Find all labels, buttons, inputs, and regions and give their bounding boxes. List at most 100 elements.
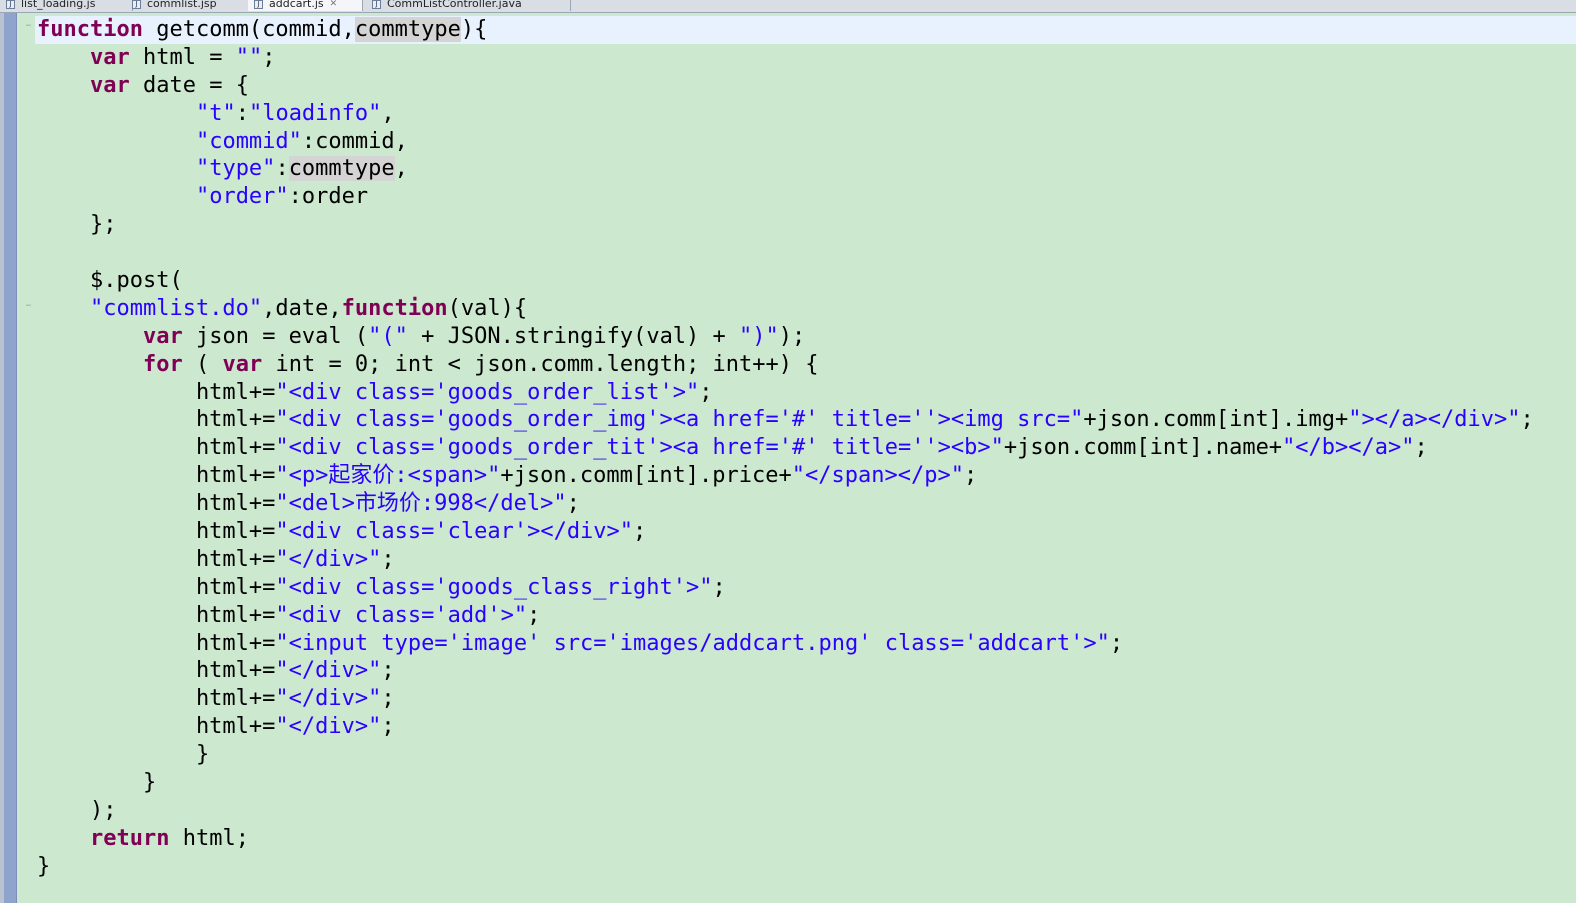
- code-text: ;: [381, 546, 395, 572]
- code-text: }: [37, 742, 210, 768]
- code-string: "<input type='image' src='images/addcart…: [275, 630, 1110, 656]
- code-line[interactable]: return html;: [37, 825, 1567, 853]
- code-text: ;: [1520, 407, 1534, 433]
- code-keyword: var: [89, 72, 130, 98]
- code-keyword: var: [222, 351, 263, 377]
- close-icon[interactable]: ✕: [330, 0, 338, 11]
- code-line[interactable]: html+="<div class='goods_class_right'>";: [37, 574, 1567, 602]
- code-text: $.post(: [37, 268, 183, 294]
- code-text: html+=: [37, 686, 276, 712]
- change-ruler: [4, 13, 17, 903]
- code-text: ,: [381, 100, 395, 126]
- code-line[interactable]: html+="</div>";: [37, 685, 1567, 713]
- code-text: html+=: [37, 407, 276, 433]
- code-line[interactable]: html+="<del>市场价:998</del>";: [37, 490, 1567, 518]
- code-string: "</b></a>": [1282, 435, 1415, 461]
- code-line[interactable]: [37, 239, 1567, 267]
- code-line[interactable]: html+="</div>";: [37, 713, 1567, 741]
- code-text: html;: [169, 825, 249, 851]
- code-keyword: for: [142, 351, 183, 377]
- code-string: "</div>": [275, 546, 382, 572]
- tab-addcart-js[interactable]: J addcart.js ✕: [248, 0, 363, 11]
- code-line[interactable]: html+="<div class='goods_order_list'>";: [37, 379, 1567, 407]
- tab-list-loading-js[interactable]: J list_loading.js: [0, 0, 133, 11]
- folding-gutter: − −: [17, 13, 35, 903]
- code-line[interactable]: html+="<div class='goods_order_img'><a h…: [37, 406, 1567, 434]
- code-line[interactable]: var json = eval ("(" + JSON.stringify(va…: [37, 323, 1567, 351]
- code-line[interactable]: html+="</div>";: [37, 657, 1567, 685]
- code-line[interactable]: for ( var int = 0; int < json.comm.lengt…: [37, 351, 1567, 379]
- tab-label: list_loading.js: [21, 0, 96, 10]
- code-text: html+=: [37, 658, 276, 684]
- jsp-file-icon: J: [132, 0, 141, 9]
- tab-commlist-jsp[interactable]: J commlist.jsp: [126, 0, 249, 11]
- code-text: html+=: [37, 491, 276, 517]
- code-text: html+=: [37, 435, 276, 461]
- code-text: ;: [1414, 435, 1428, 461]
- code-text: :: [275, 156, 289, 182]
- code-text: +json.comm[int].name+: [1003, 435, 1283, 461]
- code-text: +json.comm[int].price+: [500, 463, 792, 489]
- code-string: "</div>": [275, 686, 382, 712]
- code-text: (val){: [447, 295, 528, 321]
- code-line[interactable]: "commlist.do",date,function(val){: [37, 295, 1567, 323]
- code-line[interactable]: }: [37, 853, 1567, 881]
- code-editor[interactable]: function getcomm(commid,commtype){ var h…: [37, 16, 1567, 881]
- code-line[interactable]: function getcomm(commid,commtype){: [37, 16, 1567, 44]
- code-line[interactable]: );: [37, 797, 1567, 825]
- code-line[interactable]: "type":commtype,: [37, 155, 1567, 183]
- code-line[interactable]: $.post(: [37, 267, 1567, 295]
- code-text: html+=: [37, 714, 276, 740]
- code-text: ;: [381, 714, 395, 740]
- fold-collapse-icon[interactable]: −: [25, 302, 32, 311]
- code-text: :: [235, 100, 249, 126]
- code-line[interactable]: "commid":commid,: [37, 128, 1567, 156]
- code-text: };: [37, 212, 117, 238]
- code-string: "<del>市场价:998</del>": [275, 491, 567, 517]
- code-line[interactable]: var date = {: [37, 72, 1567, 100]
- code-text: :order: [288, 184, 369, 210]
- code-line[interactable]: }: [37, 769, 1567, 797]
- code-line[interactable]: html+="<div class='goods_order_tit'><a h…: [37, 434, 1567, 462]
- code-line[interactable]: html+="<div class='clear'></div>";: [37, 518, 1567, 546]
- code-string: "<div class='goods_class_right'>": [275, 574, 713, 600]
- fold-collapse-icon[interactable]: −: [25, 22, 32, 31]
- code-text: +json.comm[int].img+: [1083, 407, 1349, 433]
- code-text: ;: [1109, 630, 1124, 656]
- code-line[interactable]: html+="</div>";: [37, 546, 1567, 574]
- code-text: ;: [527, 602, 541, 628]
- code-string: "></a></div>": [1348, 407, 1521, 433]
- code-text: );: [778, 323, 806, 349]
- code-line[interactable]: html+="<div class='add'>";: [37, 602, 1567, 630]
- code-text: html+=: [37, 379, 276, 405]
- code-text: ;: [566, 491, 580, 517]
- code-string: "loadinfo": [248, 100, 382, 126]
- code-text: date = {: [129, 72, 249, 98]
- code-text: ,: [394, 156, 408, 182]
- code-string: ")": [739, 323, 779, 349]
- code-string: "<div class='goods_order_list'>": [275, 379, 700, 405]
- tab-commlistcontroller-java[interactable]: J CommListController.java: [366, 0, 571, 11]
- code-line[interactable]: "order":order: [37, 183, 1567, 211]
- code-string: "<p>起家价:<span>": [275, 463, 501, 489]
- code-string: "": [235, 44, 263, 70]
- code-line[interactable]: html+="<input type='image' src='images/a…: [37, 630, 1567, 658]
- code-line[interactable]: }: [37, 741, 1567, 769]
- code-line[interactable]: html+="<p>起家价:<span>"+json.comm[int].pri…: [37, 462, 1567, 490]
- code-line[interactable]: };: [37, 211, 1567, 239]
- java-file-icon: J: [372, 0, 381, 9]
- code-line[interactable]: "t":"loadinfo",: [37, 100, 1567, 128]
- code-text: ;: [712, 574, 726, 600]
- code-string: "</div>": [275, 714, 382, 740]
- code-line[interactable]: var html = "";: [37, 44, 1567, 72]
- code-text: );: [37, 797, 117, 823]
- code-text: html+=: [37, 630, 276, 656]
- code-text: }: [37, 853, 51, 879]
